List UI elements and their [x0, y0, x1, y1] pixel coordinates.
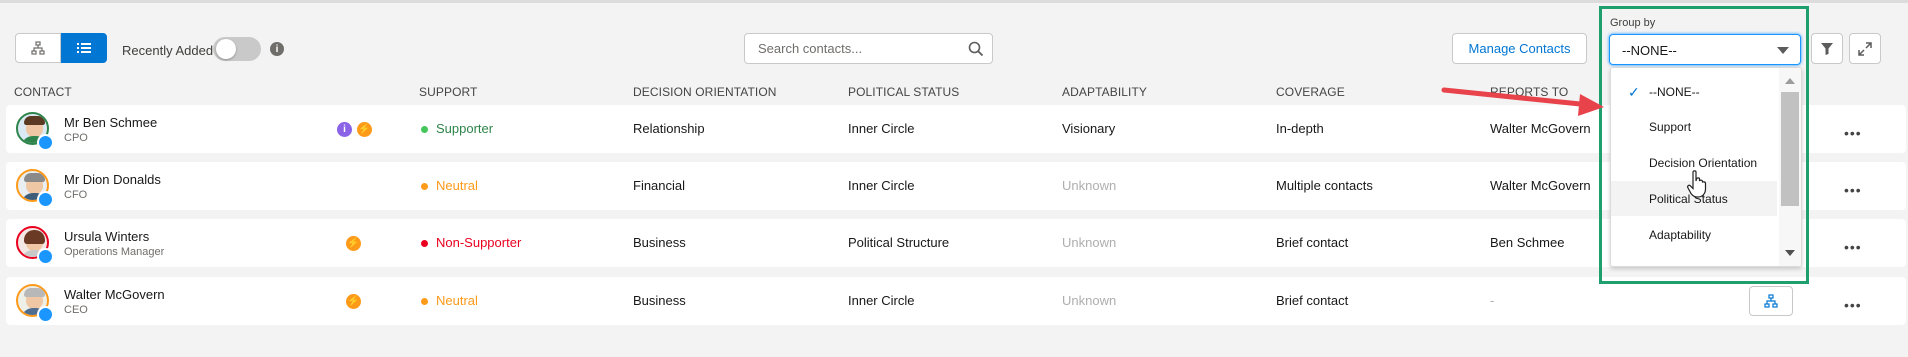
status-dot [421, 240, 428, 247]
expand-icon [1858, 41, 1872, 56]
contact-name[interactable]: Mr Ben Schmee [64, 115, 157, 130]
reports-to-value[interactable]: Walter McGovern [1490, 178, 1591, 193]
list-view-button[interactable] [61, 33, 107, 63]
column-header-decision-orientation[interactable]: DECISION ORIENTATION [633, 85, 777, 99]
contact-title: Operations Manager [64, 246, 165, 258]
group-by-dropdown: ✓ --NONE-- Support Decision Orientation … [1610, 67, 1802, 267]
scroll-up-icon[interactable] [1785, 78, 1795, 84]
support-value: Neutral [436, 293, 478, 308]
lightning-icon: ⚡ [357, 122, 372, 137]
contact-badge-icon [37, 191, 54, 208]
dropdown-option-support[interactable]: Support [1611, 109, 1777, 144]
contact-badge-icon [37, 248, 54, 265]
decision-orientation-value: Business [633, 235, 686, 250]
lightning-icon: ⚡ [346, 236, 361, 251]
org-chart-button[interactable] [1749, 286, 1793, 316]
coverage-value: In-depth [1276, 121, 1324, 136]
group-by-label: Group by [1610, 17, 1656, 29]
column-header-contact[interactable]: CONTACT [14, 85, 72, 99]
contact-name[interactable]: Ursula Winters [64, 229, 149, 244]
expand-button[interactable] [1849, 33, 1881, 64]
checkmark-icon: ✓ [1628, 84, 1640, 100]
support-value: Supporter [436, 121, 494, 136]
dropdown-option-none[interactable]: ✓ --NONE-- [1611, 74, 1777, 109]
contact-title: CFO [64, 189, 88, 201]
status-dot [421, 183, 428, 190]
row-actions-button[interactable]: ••• [1844, 239, 1862, 255]
reports-to-value: - [1490, 293, 1495, 308]
contact-badge-icon [37, 134, 54, 151]
coverage-value: Brief contact [1276, 235, 1349, 250]
recently-added-toggle[interactable] [213, 37, 261, 61]
column-header-reports-to[interactable]: REPORTS TO [1490, 85, 1568, 99]
lightning-icon: ⚡ [346, 294, 361, 309]
chevron-down-icon [1777, 47, 1789, 54]
dropdown-option-decision-orientation[interactable]: Decision Orientation [1611, 145, 1777, 180]
coverage-value: Multiple contacts [1276, 178, 1373, 193]
hierarchy-icon [31, 41, 45, 55]
info-icon[interactable]: i [270, 42, 284, 56]
contact-name[interactable]: Mr Dion Donalds [64, 172, 161, 187]
search-icon[interactable] [968, 41, 984, 57]
dropdown-option-label: Decision Orientation [1649, 155, 1758, 170]
coverage-value: Brief contact [1276, 293, 1349, 308]
status-dot [421, 298, 428, 305]
reports-to-value[interactable]: Ben Schmee [1490, 235, 1564, 250]
list-icon [77, 43, 91, 53]
filter-button[interactable] [1811, 33, 1843, 64]
column-header-coverage[interactable]: COVERAGE [1276, 85, 1345, 99]
search-box [744, 33, 993, 64]
decision-orientation-value: Financial [633, 178, 686, 193]
support-value: Non-Supporter [436, 235, 522, 250]
row-actions-button[interactable]: ••• [1844, 297, 1862, 313]
adaptability-value: Unknown [1062, 178, 1117, 193]
contact-badge-icon [37, 306, 54, 323]
dropdown-option-label: Political Status [1649, 191, 1728, 206]
column-header-support[interactable]: SUPPORT [419, 85, 478, 99]
political-status-value: Political Structure [848, 235, 950, 250]
contact-title: CEO [64, 304, 88, 316]
org-chart-view-button[interactable] [15, 33, 61, 63]
view-toggle [15, 33, 107, 63]
column-header-political-status[interactable]: POLITICAL STATUS [848, 85, 959, 99]
dropdown-option-label: --NONE-- [1649, 84, 1700, 99]
status-dot [421, 126, 428, 133]
dropdown-option-label: Adaptability [1649, 227, 1712, 242]
table-row[interactable]: Walter McGovern CEO ⚡ Neutral Business I… [6, 277, 1906, 325]
dropdown-option-adaptability[interactable]: Adaptability [1611, 217, 1777, 252]
recently-added-label: Recently Added [122, 43, 214, 58]
column-header-adaptability[interactable]: ADAPTABILITY [1062, 85, 1147, 99]
dropdown-option-label: Support [1649, 119, 1692, 134]
toggle-knob [216, 39, 236, 59]
scroll-down-icon[interactable] [1785, 250, 1795, 256]
row-actions-button[interactable]: ••• [1844, 125, 1862, 141]
filter-icon [1821, 42, 1833, 55]
influence-icon: i [337, 122, 352, 137]
group-by-value: --NONE-- [1622, 43, 1677, 58]
scrollbar-thumb[interactable] [1781, 92, 1799, 206]
contact-name[interactable]: Walter McGovern [64, 287, 165, 302]
political-status-value: Inner Circle [848, 178, 915, 193]
adaptability-value: Unknown [1062, 293, 1117, 308]
group-by-select[interactable]: --NONE-- [1609, 34, 1801, 65]
adaptability-value: Unknown [1062, 235, 1117, 250]
political-status-value: Inner Circle [848, 293, 915, 308]
adaptability-value: Visionary [1062, 121, 1116, 136]
row-actions-button[interactable]: ••• [1844, 182, 1862, 198]
decision-orientation-value: Business [633, 293, 686, 308]
reports-to-value[interactable]: Walter McGovern [1490, 121, 1591, 136]
contact-title: CPO [64, 132, 88, 144]
dropdown-option-political-status[interactable]: Political Status [1611, 181, 1777, 216]
manage-contacts-button[interactable]: Manage Contacts [1452, 33, 1587, 64]
top-border [0, 0, 1908, 3]
search-input[interactable] [756, 40, 960, 57]
political-status-value: Inner Circle [848, 121, 915, 136]
support-value: Neutral [436, 178, 478, 193]
hierarchy-icon [1764, 294, 1778, 308]
decision-orientation-value: Relationship [633, 121, 705, 136]
